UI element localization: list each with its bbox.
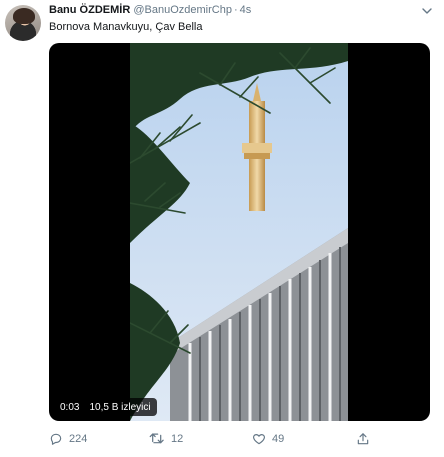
video-view-count: 10,5 B izleyici — [89, 401, 151, 413]
tweet-actions: 224 12 49 — [49, 430, 379, 448]
like-button[interactable]: 49 — [252, 430, 284, 448]
retweet-icon — [149, 433, 164, 444]
video-elapsed-time: 0:03 — [60, 401, 80, 413]
tweet-text: Bornova Manavkuyu, Çav Bella — [49, 21, 203, 33]
display-name[interactable]: Banu ÖZDEMİR — [49, 4, 130, 16]
share-button[interactable] — [356, 430, 370, 448]
more-options-chevron-down-icon[interactable] — [420, 4, 434, 18]
avatar[interactable] — [5, 5, 41, 41]
reply-icon — [50, 433, 62, 445]
retweet-count: 12 — [171, 433, 184, 445]
like-count: 49 — [272, 433, 285, 445]
retweet-button[interactable]: 12 — [149, 430, 183, 448]
reply-count: 224 — [69, 433, 88, 445]
tweet-time[interactable]: 4s — [240, 4, 252, 16]
video-frame — [130, 43, 348, 421]
share-icon — [357, 433, 369, 445]
separator-dot: · — [233, 4, 238, 16]
tweet-card[interactable]: Banu ÖZDEMİR @BanuOzdemirChp · 4s Bornova … — [0, 0, 444, 457]
video-info-badge: 0:03 10,5 B izleyici — [54, 398, 157, 416]
user-handle[interactable]: @BanuOzdemirChp — [133, 4, 232, 16]
video-player[interactable]: 0:03 10,5 B izleyici — [49, 43, 430, 421]
reply-button[interactable]: 224 — [49, 430, 87, 448]
tweet-header: Banu ÖZDEMİR @BanuOzdemirChp · 4s — [49, 4, 251, 16]
heart-icon — [253, 434, 265, 445]
